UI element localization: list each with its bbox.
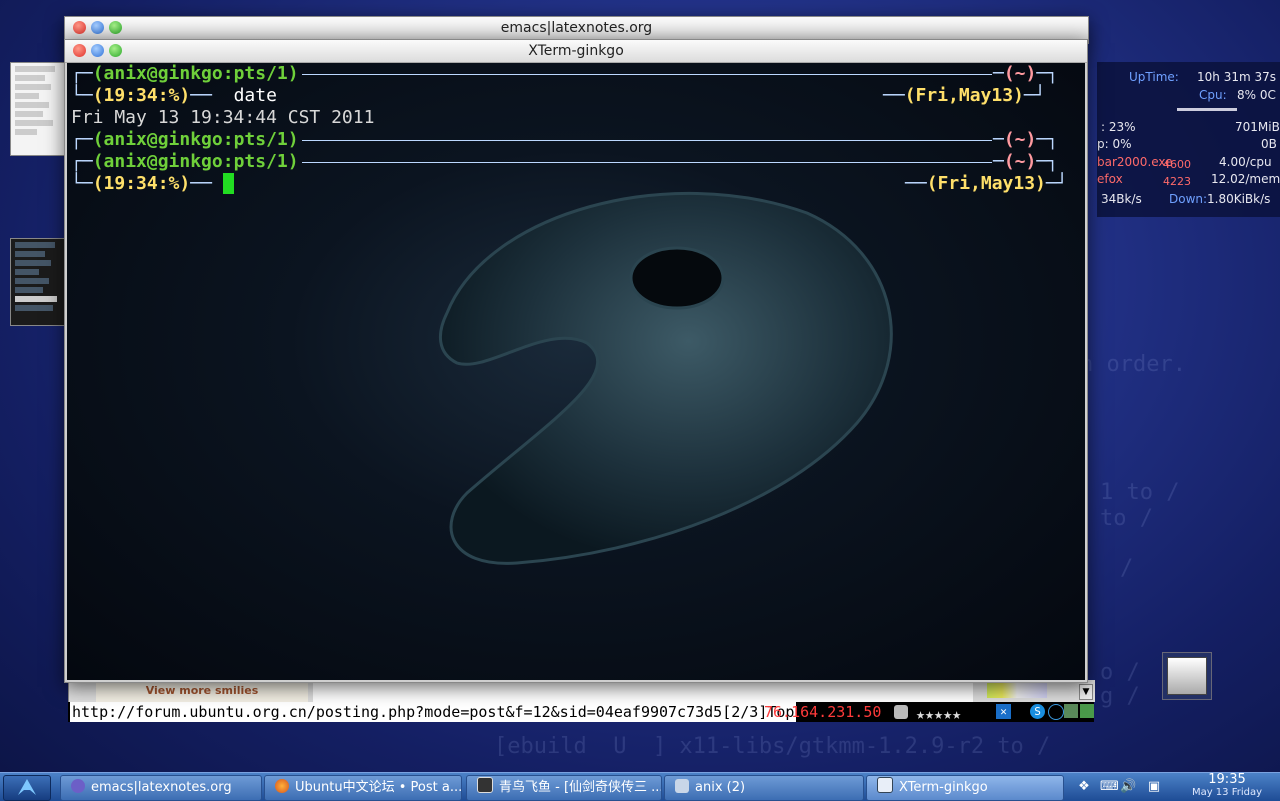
process-name: bar2000.exe [1097, 155, 1173, 169]
addon-icon[interactable] [1064, 704, 1078, 718]
app-menu-button[interactable] [3, 775, 51, 801]
task-label: anix (2) [695, 780, 746, 795]
terminal-area[interactable]: ┌─(anix@ginkgo:pts/1) ─(~)─┐ └─(19:34:%)… [67, 63, 1085, 680]
xterm-window[interactable]: XTerm-ginkgo ┌─(anix@ginkgo:pts/1) ─(~)─… [64, 39, 1088, 683]
keyboard-icon[interactable]: ⌨ [1100, 779, 1119, 795]
desktop-widget[interactable] [1162, 652, 1212, 700]
prompt-line: └─(19:34:%)── date [71, 85, 277, 106]
terminal-cursor [222, 173, 234, 194]
view-more-smilies-link[interactable]: View more smilies [96, 682, 308, 702]
command-output: Fri May 13 19:34:44 CST 2011 [71, 107, 375, 128]
dropbox-icon[interactable]: ❖ [1076, 779, 1092, 795]
desktop-bg-text: g / [1100, 684, 1140, 709]
clock[interactable]: 19:35 May 13 Friday [1182, 773, 1272, 799]
process-pid: 4223 [1163, 175, 1191, 188]
task-folder[interactable]: anix (2) [664, 775, 864, 801]
swap-percent: p: 0% [1097, 137, 1132, 151]
prompt-line: ─(~)─┐ [993, 129, 1059, 150]
scroll-down-arrow[interactable]: ▼ [1079, 684, 1093, 700]
addon-icon[interactable] [1080, 704, 1094, 718]
folder-icon [675, 779, 689, 793]
workspace-thumbnail[interactable] [10, 238, 66, 326]
window-title: emacs|latexnotes.org [500, 20, 653, 36]
network-icon[interactable]: ▣ [1146, 779, 1162, 795]
status-url: http://forum.ubuntu.org.cn/posting.php?m… [70, 702, 797, 722]
process-name: efox [1097, 172, 1123, 186]
clock-date: May 13 Friday [1191, 787, 1263, 798]
addon-x-icon[interactable]: ✕ [996, 704, 1011, 719]
swap-value: 0B [1261, 137, 1277, 151]
prompt-line: └─(19:34:%)── [71, 173, 234, 195]
cpu-value: 8% 0C [1237, 88, 1276, 102]
download-value: 1.80KiBk/s [1207, 192, 1271, 206]
game-icon [477, 777, 493, 793]
process-value: 4.00/cpu [1219, 155, 1272, 169]
cpu-label: Cpu: [1199, 88, 1227, 102]
emacs-titlebar[interactable]: emacs|latexnotes.org [65, 17, 1088, 40]
process-pid: 4600 [1163, 158, 1191, 171]
desktop-bg-text: [ebuild U ] x11-libs/gtkmm-1.2.9-r2 to / [494, 734, 1051, 759]
volume-icon[interactable]: 🔊 [1120, 779, 1136, 795]
uptime-label: UpTime: [1129, 70, 1179, 84]
prompt-line: ┌─(anix@ginkgo:pts/1) [71, 129, 299, 150]
addon-icon[interactable] [894, 705, 908, 719]
desktop-bg-text: o / [1100, 660, 1140, 685]
upload-value: 34Bk/s [1101, 192, 1142, 206]
prompt-line: ┌─(anix@ginkgo:pts/1) [71, 63, 299, 84]
globe-icon[interactable] [1048, 704, 1064, 720]
arch-logo-icon [18, 779, 36, 795]
task-label: 青鸟飞鱼 - [仙剑奇侠传三 ... [499, 780, 662, 795]
skype-icon[interactable]: S [1030, 704, 1045, 719]
task-label: emacs|latexnotes.org [91, 780, 232, 795]
prompt-line: ──(Fri,May13)─┘ [883, 85, 1046, 106]
prompt-line: ┌─(anix@ginkgo:pts/1) [71, 151, 299, 172]
mem-value: 701MiB [1235, 120, 1280, 134]
desktop-bg-text: to / [1100, 506, 1153, 531]
prompt-line: ─(~)─┐ [993, 151, 1059, 172]
download-label: Down: [1169, 192, 1208, 206]
cpu-graph [1177, 108, 1237, 111]
desktop-bg-text: 1 to / [1100, 480, 1180, 505]
emacs-icon [71, 779, 85, 793]
terminal-icon [877, 777, 893, 793]
task-firefox[interactable]: Ubuntu中文论坛 • Post a... [264, 775, 462, 801]
desktop-bg-text: n order. [1080, 352, 1186, 377]
clock-time: 19:35 [1208, 772, 1246, 787]
task-emacs[interactable]: emacs|latexnotes.org [60, 775, 262, 801]
uptime-value: 10h 31m 37s [1197, 70, 1276, 84]
status-ip: 76.164.231.50 [764, 703, 882, 721]
system-monitor: UpTime: 10h 31m 37s Cpu: 8% 0C : 23% 701… [1097, 62, 1280, 217]
mem-percent: : 23% [1101, 120, 1136, 134]
prompt-line: ─(~)─┐ [993, 63, 1059, 84]
window-title: XTerm-ginkgo [528, 43, 624, 59]
workspace-thumbnail[interactable] [10, 62, 66, 156]
logo-watermark [438, 191, 893, 565]
taskbar: emacs|latexnotes.org Ubuntu中文论坛 • Post a… [0, 772, 1280, 801]
task-label: XTerm-ginkgo [899, 780, 988, 795]
process-value: 12.02/mem [1211, 172, 1280, 186]
firefox-icon [275, 779, 289, 793]
task-label: Ubuntu中文论坛 • Post a... [295, 780, 462, 795]
xterm-titlebar[interactable]: XTerm-ginkgo [65, 40, 1087, 63]
prompt-line: ──(Fri,May13)─┘ [905, 173, 1068, 194]
browser-statusbar: http://forum.ubuntu.org.cn/posting.php?m… [68, 702, 1094, 724]
rating-stars[interactable]: ★★★★★ [916, 704, 961, 724]
desktop-bg-text: / [1120, 556, 1134, 581]
task-xterm[interactable]: XTerm-ginkgo [866, 775, 1064, 801]
task-game[interactable]: 青鸟飞鱼 - [仙剑奇侠传三 ... [466, 775, 662, 801]
